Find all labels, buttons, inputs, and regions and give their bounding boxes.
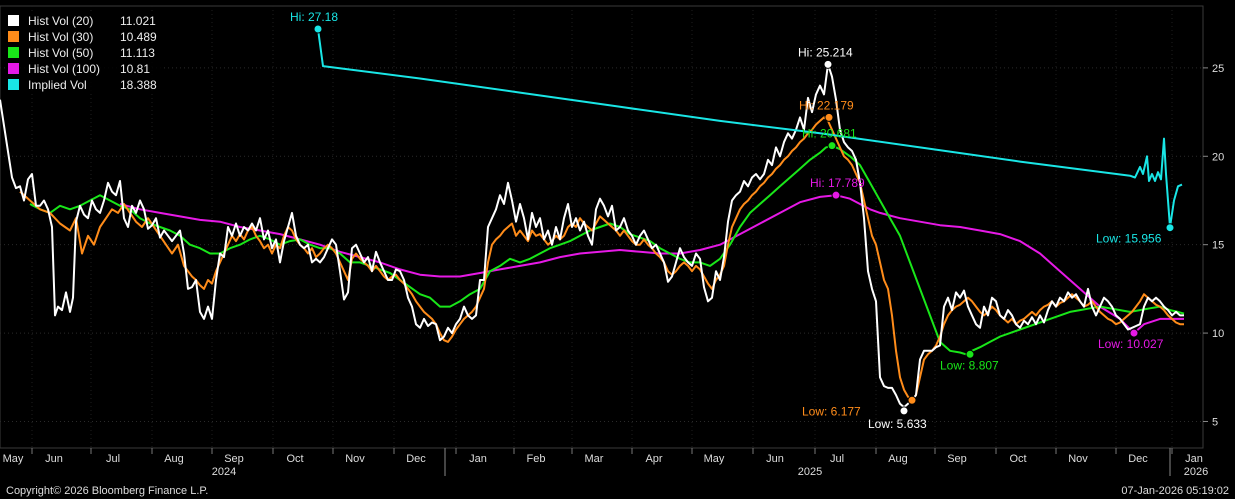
annotation-label: Low: 5.633	[868, 417, 927, 431]
x-month-label: Oct	[286, 453, 303, 465]
x-month-label: Jun	[45, 453, 63, 465]
y-tick-label: 15	[1212, 240, 1224, 252]
annotation-label: Hi: 27.18	[290, 10, 338, 24]
legend-series-name: Implied Vol	[28, 78, 87, 92]
y-tick-label: 10	[1212, 328, 1224, 340]
x-month-label: Dec	[1128, 453, 1148, 465]
copyright-text: Copyright© 2026 Bloomberg Finance L.P.	[6, 485, 209, 497]
x-month-label: Sep	[947, 453, 967, 465]
legend-series-value: 11.021	[120, 14, 156, 28]
x-month-label: Jul	[830, 453, 844, 465]
legend-swatch	[8, 31, 19, 42]
annotation-marker	[1165, 223, 1175, 233]
annotation-label: Hi: 22.179	[799, 98, 854, 112]
legend-swatch	[8, 47, 19, 58]
legend-series-name: Hist Vol (30)	[28, 30, 93, 44]
y-tick-label: 25	[1212, 63, 1224, 75]
x-month-label: Feb	[527, 453, 546, 465]
annotation-marker	[899, 406, 909, 416]
x-month-label: May	[3, 453, 24, 465]
annotation-marker	[313, 24, 323, 34]
annotation-label: Hi: 25.214	[798, 45, 853, 59]
volatility-chart: May Jun Jul Aug Sep Oct Nov Dec Jan Feb Mar Apr May J…	[0, 5, 1224, 478]
x-month-label: Mar	[585, 453, 604, 465]
x-month-label: Jul	[106, 453, 120, 465]
timestamp-text: 07-Jan-2026 05:19:02	[1121, 485, 1229, 497]
legend-swatch	[8, 63, 19, 74]
legend-series-value: 10.489	[120, 30, 157, 44]
x-month-label: Aug	[164, 453, 184, 465]
x-month-label: Dec	[406, 453, 426, 465]
x-month-label: Jan	[469, 453, 487, 465]
y-tick-label: 5	[1212, 416, 1218, 428]
legend-series-value: 10.81	[120, 62, 150, 76]
x-year-label: 2025	[798, 466, 822, 478]
x-month-label: Aug	[888, 453, 908, 465]
annotation-marker	[827, 141, 837, 151]
x-month-label: Nov	[1068, 453, 1088, 465]
legend-series-value: 18.388	[120, 78, 157, 92]
x-month-label: Jun	[766, 453, 784, 465]
y-tick-label: 20	[1212, 151, 1224, 163]
annotation-marker	[824, 112, 834, 122]
annotation-label: Low: 15.956	[1096, 232, 1162, 246]
x-month-label: Oct	[1009, 453, 1026, 465]
annotation-marker	[823, 59, 833, 69]
legend-swatch	[8, 15, 19, 26]
x-month-label: Nov	[345, 453, 365, 465]
legend-swatch	[8, 79, 19, 90]
x-month-label: May	[704, 453, 725, 465]
annotation-marker	[965, 349, 975, 359]
annotation-marker	[831, 190, 841, 200]
x-year-label: 2024	[212, 466, 236, 478]
annotation-label: Low: 10.027	[1098, 337, 1164, 351]
annotation-marker	[1129, 328, 1139, 338]
annotation-label: Hi: 17.789	[810, 176, 865, 190]
legend-series-value: 11.113	[120, 46, 155, 60]
annotation-label: Hi: 20.681	[802, 127, 857, 141]
legend-series-name: Hist Vol (100)	[28, 62, 100, 76]
x-month-label: Sep	[224, 453, 244, 465]
annotation-marker	[907, 395, 917, 405]
x-year-label: 2026	[1184, 466, 1208, 478]
legend-series-name: Hist Vol (50)	[28, 46, 93, 60]
annotation-label: Low: 8.807	[940, 358, 999, 372]
x-month-label: Apr	[645, 453, 662, 465]
annotation-label: Low: 6.177	[802, 404, 861, 418]
legend-series-name: Hist Vol (20)	[28, 14, 93, 28]
x-month-label: Jan	[1185, 453, 1203, 465]
